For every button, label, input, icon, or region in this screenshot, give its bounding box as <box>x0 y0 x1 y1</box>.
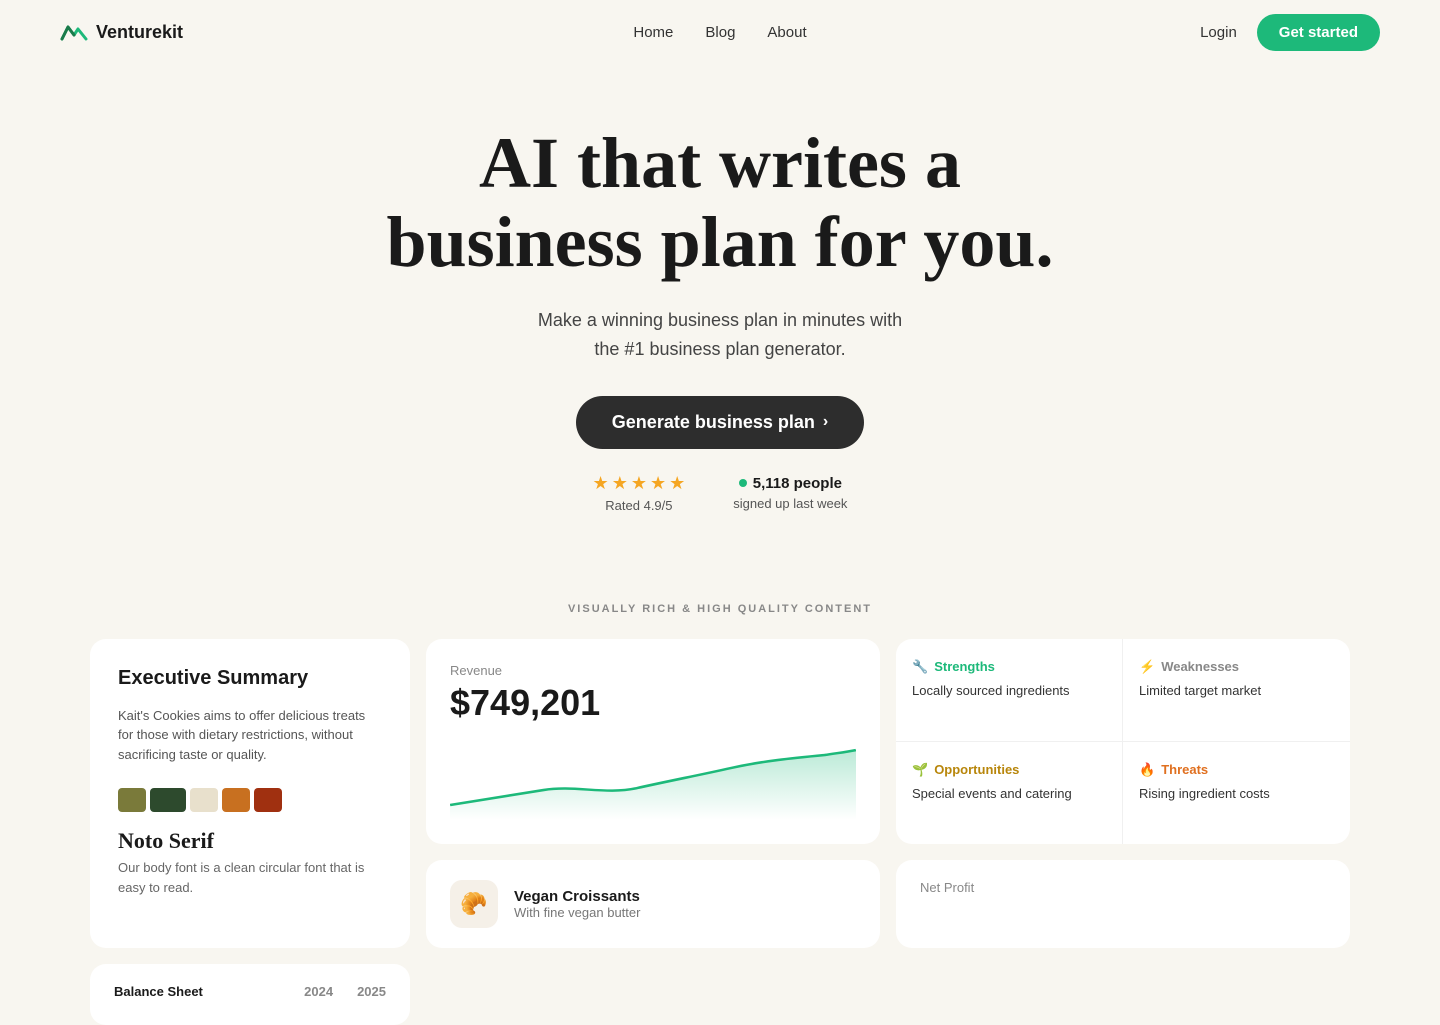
netprofit-card: Net Profit <box>896 860 1350 948</box>
nav-blog[interactable]: Blog <box>705 24 735 41</box>
nav-about[interactable]: About <box>767 24 806 41</box>
stat-rating: ★ ★ ★ ★ ★ Rated 4.9/5 <box>593 473 686 513</box>
weaknesses-title: ⚡ Weaknesses <box>1139 659 1334 675</box>
signups-count: 5,118 people <box>753 475 842 492</box>
star-rating: ★ ★ ★ ★ ★ <box>593 473 686 494</box>
nav-links: Home Blog About <box>633 24 806 41</box>
swot-strengths: 🔧 Strengths Locally sourced ingredients <box>896 639 1123 742</box>
rating-label: Rated 4.9/5 <box>605 498 672 513</box>
weaknesses-label: Weaknesses <box>1161 659 1239 674</box>
star-1: ★ <box>593 473 609 494</box>
product-icon-wrap: 🥐 <box>450 880 498 928</box>
star-5: ★ <box>669 473 685 494</box>
swot-opportunities: 🌱 Opportunities Special events and cater… <box>896 742 1123 844</box>
signups-label: signed up last week <box>733 496 847 511</box>
green-dot-icon <box>739 479 747 487</box>
swatch-2 <box>150 788 186 812</box>
star-3: ★ <box>631 473 647 494</box>
exec-summary-card: Executive Summary Kait's Cookies aims to… <box>90 639 410 948</box>
balance-title: Balance Sheet <box>114 984 203 999</box>
hero-section: AI that writes a business plan for you. … <box>0 64 1440 553</box>
weaknesses-value: Limited target market <box>1139 683 1334 698</box>
threats-label: Threats <box>1161 762 1208 777</box>
opportunities-label: Opportunities <box>934 762 1019 777</box>
balance-card: Balance Sheet 2024 2025 <box>90 964 410 1025</box>
color-swatches <box>118 788 382 812</box>
balance-year2: 2025 <box>357 984 386 999</box>
cards-grid: Executive Summary Kait's Cookies aims to… <box>30 639 1410 1025</box>
swot-grid: 🔧 Strengths Locally sourced ingredients … <box>896 639 1350 844</box>
star-2: ★ <box>612 473 628 494</box>
swatch-1 <box>118 788 146 812</box>
section-label: VISUALLY RICH & HIGH QUALITY CONTENT <box>0 603 1440 615</box>
hero-subtext: Make a winning business plan in minutes … <box>20 306 1420 364</box>
exec-body: Kait's Cookies aims to offer delicious t… <box>118 706 382 765</box>
revenue-label: Revenue <box>450 663 856 678</box>
strengths-icon: 🔧 <box>912 659 928 675</box>
hero-headline: AI that writes a business plan for you. <box>320 124 1120 282</box>
weaknesses-icon: ⚡ <box>1139 659 1155 675</box>
swatch-3 <box>190 788 218 812</box>
product-name: Vegan Croissants <box>514 888 640 905</box>
balance-header: Balance Sheet 2024 2025 <box>114 984 386 999</box>
font-description: Our body font is a clean circular font t… <box>118 858 382 897</box>
get-started-button[interactable]: Get started <box>1257 14 1380 51</box>
revenue-chart <box>450 740 856 820</box>
threats-title: 🔥 Threats <box>1139 762 1334 778</box>
signups-top: 5,118 people <box>739 475 842 492</box>
product-description: With fine vegan butter <box>514 905 640 920</box>
generate-label: Generate business plan <box>612 412 815 433</box>
opportunities-icon: 🌱 <box>912 762 928 778</box>
product-info: Vegan Croissants With fine vegan butter <box>514 888 640 920</box>
strengths-title: 🔧 Strengths <box>912 659 1106 675</box>
login-link[interactable]: Login <box>1200 24 1237 41</box>
balance-years: 2024 2025 <box>304 984 386 999</box>
strengths-value: Locally sourced ingredients <box>912 683 1106 698</box>
swot-threats: 🔥 Threats Rising ingredient costs <box>1123 742 1350 844</box>
threats-icon: 🔥 <box>1139 762 1155 778</box>
strengths-label: Strengths <box>934 659 995 674</box>
hero-stats: ★ ★ ★ ★ ★ Rated 4.9/5 5,118 people signe… <box>20 473 1420 513</box>
exec-title: Executive Summary <box>118 667 382 690</box>
headline-line1: AI that writes a <box>479 123 961 203</box>
logo-icon <box>60 21 88 43</box>
product-icon: 🥐 <box>460 891 487 917</box>
font-name: Noto Serif <box>118 828 382 854</box>
opportunities-value: Special events and catering <box>912 786 1106 801</box>
logo[interactable]: Venturekit <box>60 21 183 43</box>
opportunities-title: 🌱 Opportunities <box>912 762 1106 778</box>
netprofit-label: Net Profit <box>920 880 1326 895</box>
generate-button[interactable]: Generate business plan › <box>576 396 864 449</box>
logo-text: Venturekit <box>96 22 183 43</box>
threats-value: Rising ingredient costs <box>1139 786 1334 801</box>
font-section: Noto Serif Our body font is a clean circ… <box>118 828 382 897</box>
swot-weaknesses: ⚡ Weaknesses Limited target market <box>1123 639 1350 742</box>
revenue-amount: $749,201 <box>450 682 856 724</box>
swatch-4 <box>222 788 250 812</box>
nav-right: Login Get started <box>1200 14 1380 51</box>
revenue-card: Revenue $749,201 <box>426 639 880 844</box>
swot-card: 🔧 Strengths Locally sourced ingredients … <box>896 639 1350 844</box>
star-4: ★ <box>650 473 666 494</box>
navbar: Venturekit Home Blog About Login Get sta… <box>0 0 1440 64</box>
stat-signups: 5,118 people signed up last week <box>733 475 847 511</box>
balance-year1: 2024 <box>304 984 333 999</box>
nav-home[interactable]: Home <box>633 24 673 41</box>
headline-line2: business plan for you. <box>387 202 1054 282</box>
generate-arrow: › <box>823 413 828 431</box>
swatch-5 <box>254 788 282 812</box>
product-card: 🥐 Vegan Croissants With fine vegan butte… <box>426 860 880 948</box>
